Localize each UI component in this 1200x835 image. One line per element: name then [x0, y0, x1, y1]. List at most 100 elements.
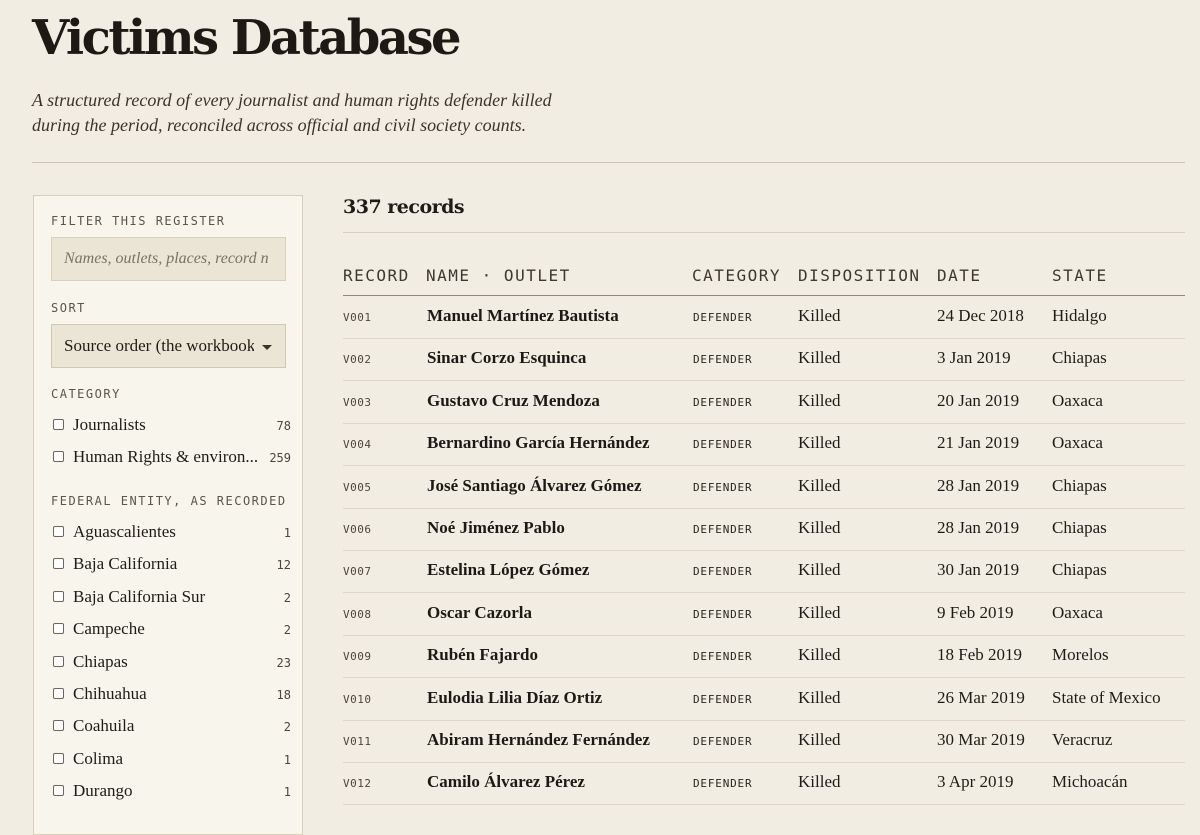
record-id: V005 [343, 480, 372, 494]
record-id: V009 [343, 650, 372, 664]
checkbox[interactable] [53, 623, 64, 635]
search-field[interactable] [51, 237, 286, 281]
date-cell: 18 Feb 2019 [937, 645, 1022, 665]
search-input[interactable] [52, 238, 285, 280]
date-cell: 30 Jan 2019 [937, 560, 1020, 580]
column-header-disposition[interactable]: DISPOSITION [798, 266, 920, 285]
entity-filter-item[interactable]: Chihuahua 18 [51, 683, 291, 705]
victim-name: Oscar Cazorla [427, 602, 532, 622]
checkbox[interactable] [53, 590, 64, 602]
disposition-cell: Killed [798, 475, 841, 495]
entity-filter-label: Chihuahua [73, 684, 147, 703]
table-row[interactable]: V006 Noé Jiménez Pablo DEFENDER Killed 28 Ja… [343, 508, 1185, 551]
category-filter-label: Journalists [73, 415, 146, 434]
entity-filter-count: 2 [283, 623, 291, 638]
category-heading: CATEGORY [51, 387, 121, 401]
table-row[interactable]: V002 Sinar Corzo Esquinca DEFENDER Killed 3 … [343, 338, 1185, 382]
disposition-cell: Killed [798, 687, 841, 707]
date-cell: 9 Feb 2019 [937, 602, 1014, 622]
entity-filter-item[interactable]: Aguascalientes 1 [51, 521, 291, 543]
entity-filter-label: Baja California [73, 554, 178, 574]
column-header-state[interactable]: STATE [1052, 266, 1108, 285]
entity-filter-count: 18 [276, 688, 291, 702]
checkbox[interactable] [53, 655, 64, 667]
disposition-cell: Killed [798, 602, 841, 622]
filter-heading: FILTER THIS REGISTER [51, 214, 226, 228]
date-cell: 3 Jan 2019 [937, 348, 1011, 368]
column-header-date[interactable]: DATE [937, 266, 982, 285]
checkbox[interactable] [53, 451, 64, 462]
disposition-cell: Killed [798, 306, 841, 325]
entity-filter-count: 12 [276, 558, 291, 573]
state-cell: Oaxaca [1052, 602, 1103, 622]
checkbox[interactable] [53, 785, 64, 797]
entity-filter-count: 2 [283, 720, 291, 735]
column-header-category[interactable]: CATEGORY [692, 266, 781, 285]
record-id: V007 [343, 565, 372, 579]
table-row[interactable]: V001 Manuel Martínez Bautista DEFENDER Kill… [343, 296, 1185, 339]
disposition-cell: Killed [798, 560, 841, 580]
category-filter-count: 259 [269, 451, 291, 465]
entity-filter-item[interactable]: Durango 1 [51, 780, 291, 802]
victim-name: Abiram Hernández Fernández [427, 730, 650, 749]
table-row[interactable]: V011 Abiram Hernández Fernández DEFENDER Ki… [343, 720, 1185, 763]
date-cell: 26 Mar 2019 [937, 687, 1025, 707]
entity-filter-item[interactable]: Baja California 12 [51, 553, 291, 575]
category-cell: DEFENDER [693, 480, 753, 494]
table-row[interactable]: V007 Estelina López Gómez DEFENDER Killed 30… [343, 550, 1185, 594]
filter-sidebar: FILTER THIS REGISTER SORT Source order (… [33, 195, 303, 835]
state-cell: State of Mexico [1052, 687, 1161, 707]
table-row[interactable]: V004 Bernardino García Hernández DEFENDER K… [343, 423, 1185, 467]
checkbox[interactable] [53, 752, 64, 764]
checkbox[interactable] [53, 720, 64, 732]
table-row[interactable]: V009 Rubén Fajardo DEFENDER Killed 18 Feb 20… [343, 635, 1185, 679]
disposition-cell: Killed [798, 645, 841, 665]
sort-heading: SORT [51, 301, 86, 315]
victim-name: Estelina López Gómez [427, 560, 590, 580]
entity-filter-item[interactable]: Campeche 2 [51, 618, 291, 640]
entity-filter-item[interactable]: Chiapas 23 [51, 651, 291, 673]
record-id: V004 [343, 438, 372, 452]
entity-filter-label: Durango [73, 781, 133, 801]
victim-name: Eulodia Lilia Díaz Ortiz [427, 687, 603, 707]
table-row[interactable]: V003 Gustavo Cruz Mendoza DEFENDER Killed 20… [343, 381, 1185, 424]
date-cell: 20 Jan 2019 [937, 390, 1020, 410]
record-id: V006 [343, 523, 372, 536]
victim-name: Manuel Martínez Bautista [427, 306, 619, 325]
entity-filter-count: 2 [283, 590, 291, 605]
entity-filter-label: Campeche [73, 619, 145, 639]
record-id: V012 [343, 777, 372, 791]
checkbox[interactable] [53, 688, 64, 699]
disposition-cell: Killed [798, 348, 841, 368]
category-filter-item[interactable]: Human Rights & environ... 259 [51, 446, 291, 468]
column-header-name[interactable]: NAME · OUTLET [426, 266, 571, 285]
table-row[interactable]: V008 Oscar Cazorla DEFENDER Killed 9 Feb 201… [343, 593, 1185, 636]
date-cell: 21 Jan 2019 [937, 433, 1020, 453]
table-row[interactable]: V012 Camilo Álvarez Pérez DEFENDER Killed 3 … [343, 762, 1185, 806]
checkbox[interactable] [53, 558, 64, 570]
state-cell: Oaxaca [1052, 433, 1103, 453]
sort-select[interactable]: Source order (the workbook) [51, 324, 286, 368]
table-row[interactable]: V010 Eulodia Lilia Díaz Ortiz DEFENDER Kill… [343, 678, 1185, 721]
category-cell: DEFENDER [693, 353, 753, 367]
entity-filter-item[interactable]: Colima 1 [51, 748, 291, 770]
victim-name: Sinar Corzo Esquinca [427, 348, 587, 368]
state-cell: Chiapas [1052, 560, 1107, 580]
entity-filter-item[interactable]: Coahuila 2 [51, 715, 291, 737]
record-id: V008 [343, 607, 372, 621]
category-filter-item[interactable]: Journalists 78 [51, 414, 291, 436]
sort-select-value: Source order (the workbook) [64, 336, 254, 355]
entity-filter-label: Baja California Sur [73, 586, 206, 606]
record-id: V011 [343, 735, 372, 748]
checkbox[interactable] [53, 526, 64, 537]
category-filter-label: Human Rights & environ... [73, 447, 259, 466]
disposition-cell: Killed [798, 390, 841, 410]
checkbox[interactable] [53, 419, 64, 430]
date-cell: 24 Dec 2018 [937, 306, 1024, 325]
entity-filter-item[interactable]: Baja California Sur 2 [51, 586, 291, 608]
count-divider [343, 232, 1185, 233]
column-header-record[interactable]: RECORD [343, 266, 410, 285]
victim-name: José Santiago Álvarez Gómez [427, 475, 642, 495]
chevron-down-icon [262, 345, 272, 350]
table-row[interactable]: V005 José Santiago Álvarez Gómez DEFENDER K… [343, 466, 1185, 509]
